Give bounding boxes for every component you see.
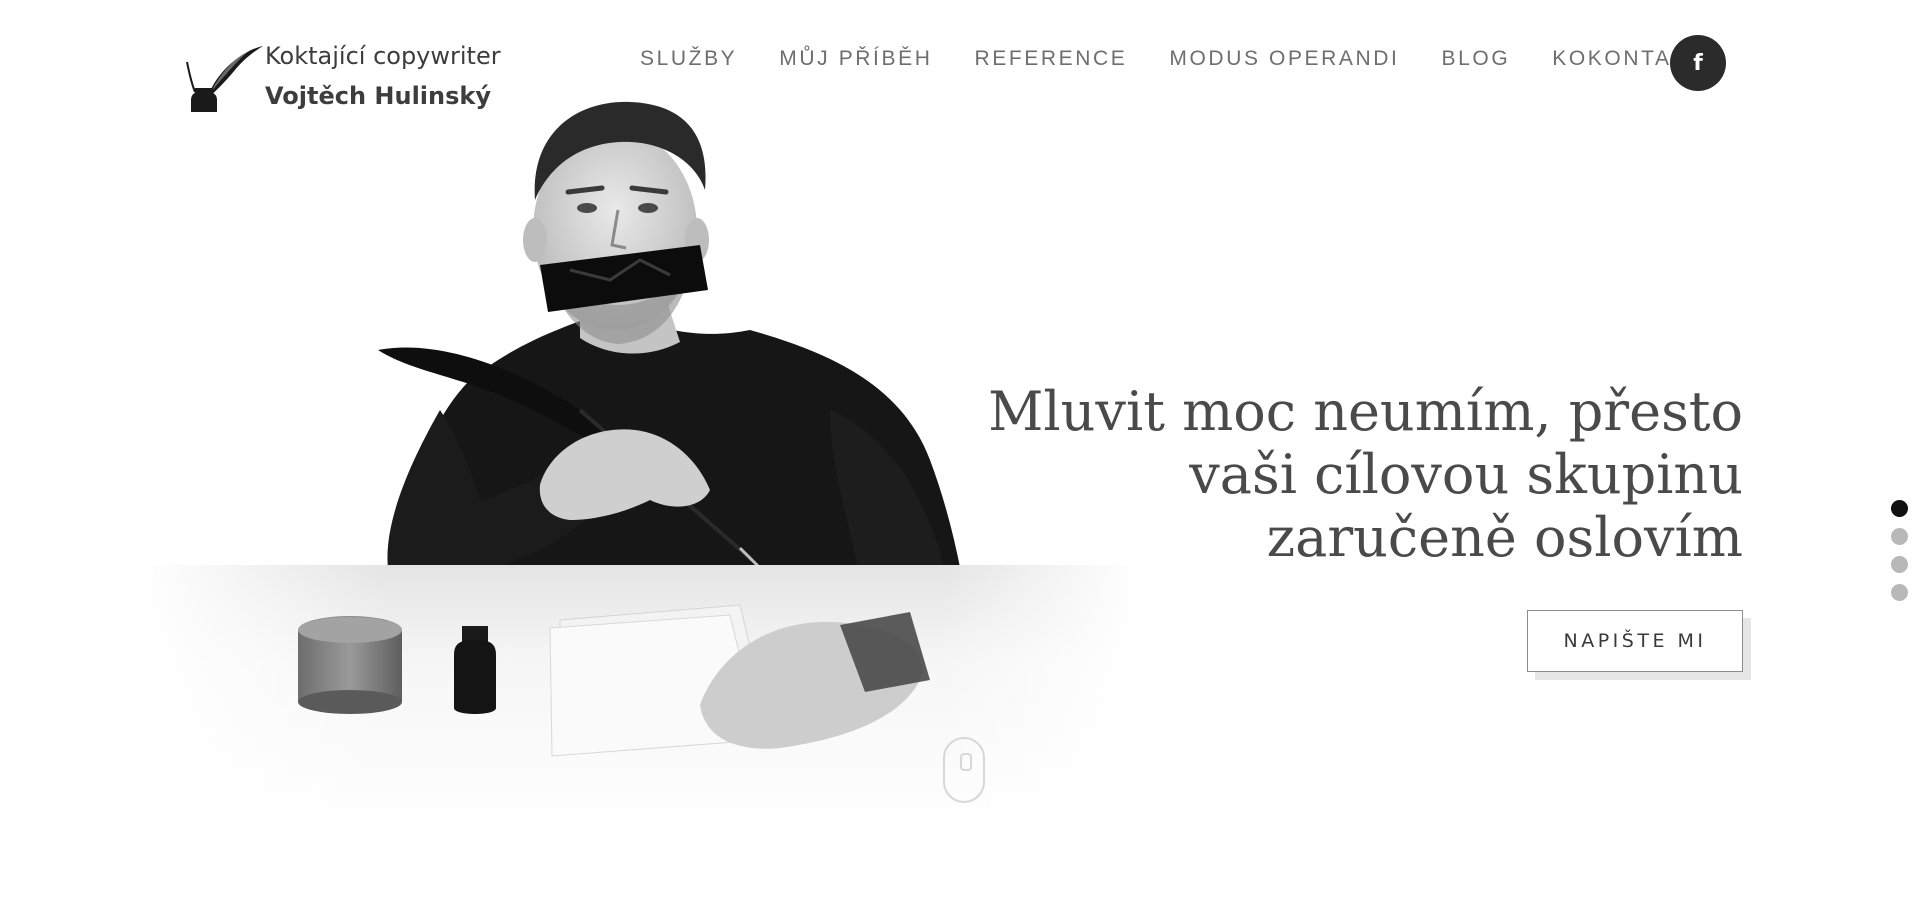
hero-headline: Mluvit moc neumím, přesto vaši cílovou s…	[843, 380, 1743, 569]
page: Koktající copywriter Vojtěch Hulinský SL…	[0, 0, 1919, 902]
slider-dot-3[interactable]	[1891, 556, 1908, 573]
slider-dot-4[interactable]	[1891, 584, 1908, 601]
nav-item-muj-pribeh[interactable]: MŮJ PŘÍBĚH	[779, 47, 932, 71]
logo-tagline: Koktající copywriter	[265, 42, 501, 70]
headline-line-2: vaši cílovou skupinu	[1189, 443, 1743, 506]
nav-item-modus-operandi[interactable]: MODUS OPERANDI	[1169, 47, 1399, 71]
nav-item-blog[interactable]: BLOG	[1442, 47, 1511, 71]
headline-line-1: Mluvit moc neumím, přesto	[988, 380, 1743, 443]
nav-item-sluzby[interactable]: SLUŽBY	[640, 47, 737, 71]
napiste-mi-button[interactable]: NAPIŠTE MI	[1527, 610, 1743, 672]
slider-dot-1[interactable]	[1891, 500, 1908, 517]
main-nav: SLUŽBY MŮJ PŘÍBĚH REFERENCE MODUS OPERAN…	[640, 47, 1704, 71]
slider-dot-2[interactable]	[1891, 528, 1908, 545]
facebook-button[interactable]: f	[1670, 35, 1726, 91]
mouse-scroll-icon[interactable]	[943, 737, 985, 803]
nav-item-reference[interactable]: REFERENCE	[974, 47, 1127, 71]
headline-line-3: zaručeně oslovím	[1266, 506, 1743, 569]
facebook-icon: f	[1693, 50, 1703, 76]
slider-pagination	[1891, 500, 1908, 601]
cta-wrapper: NAPIŠTE MI	[1527, 610, 1751, 680]
